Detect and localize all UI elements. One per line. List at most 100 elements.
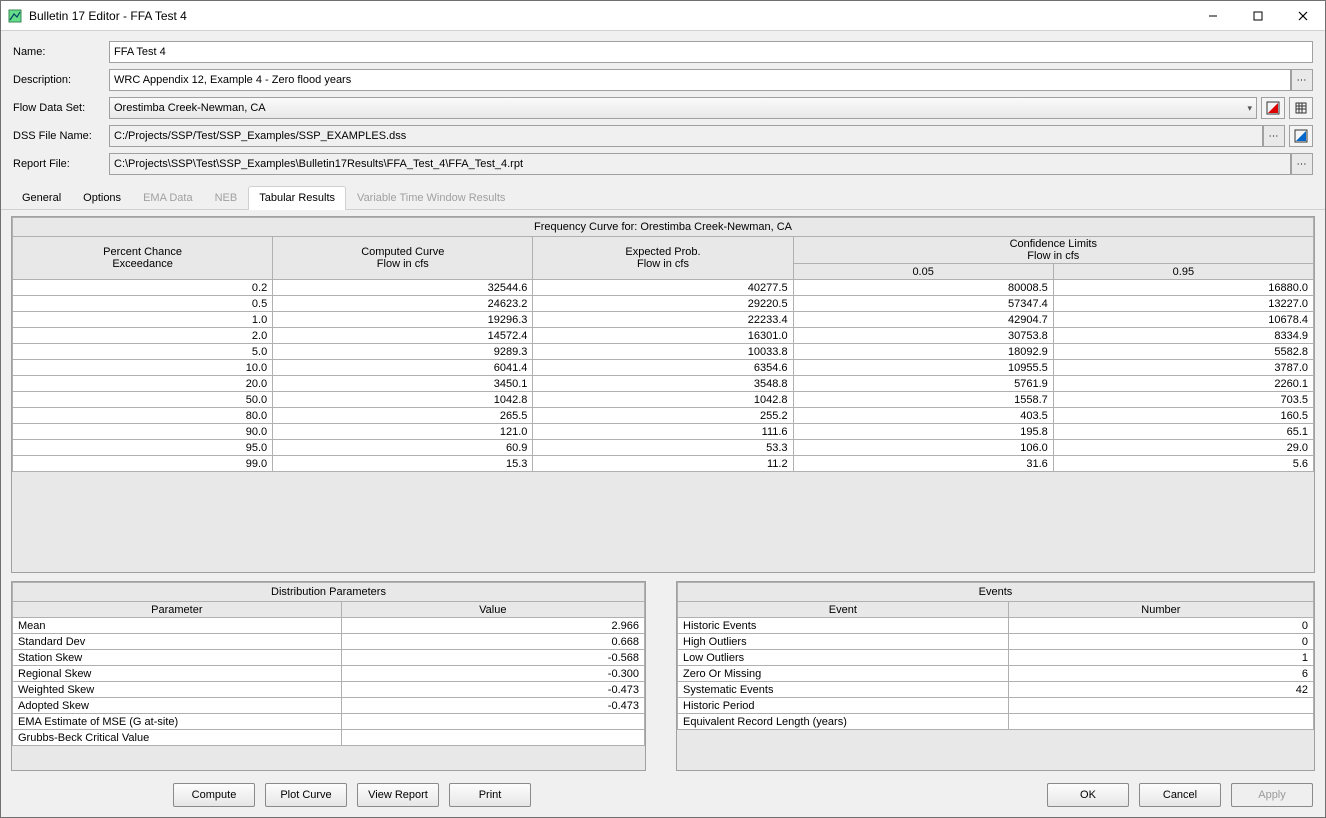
- table-row[interactable]: 20.03450.13548.85761.92260.1: [13, 376, 1314, 392]
- cancel-button[interactable]: Cancel: [1139, 783, 1221, 807]
- table-cell: 0: [1008, 634, 1313, 650]
- table-cell: 95.0: [13, 440, 273, 456]
- dssfile-browse-button[interactable]: ⋯: [1263, 125, 1285, 147]
- table-row[interactable]: Equivalent Record Length (years): [678, 714, 1314, 730]
- table-row[interactable]: 50.01042.81042.81558.7703.5: [13, 392, 1314, 408]
- table-row[interactable]: 0.524623.229220.557347.413227.0: [13, 296, 1314, 312]
- description-browse-button[interactable]: ⋯: [1291, 69, 1313, 91]
- table-row[interactable]: 10.06041.46354.610955.53787.0: [13, 360, 1314, 376]
- table-cell: 90.0: [13, 424, 273, 440]
- table-row[interactable]: Zero Or Missing6: [678, 666, 1314, 682]
- reportfile-browse-button[interactable]: ⋯: [1291, 153, 1313, 175]
- table-cell: 22233.4: [533, 312, 793, 328]
- table-cell: 53.3: [533, 440, 793, 456]
- table-row[interactable]: Low Outliers1: [678, 650, 1314, 666]
- table-row[interactable]: Systematic Events42: [678, 682, 1314, 698]
- flowdataset-value: Orestimba Creek-Newman, CA: [114, 102, 266, 114]
- table-row[interactable]: Historic Events0: [678, 618, 1314, 634]
- table-cell: 5761.9: [793, 376, 1053, 392]
- reportfile-input[interactable]: [109, 153, 1291, 175]
- table-cell: 8334.9: [1053, 328, 1313, 344]
- distribution-panel: Distribution Parameters Parameter Value …: [11, 581, 646, 771]
- table-cell: 1.0: [13, 312, 273, 328]
- table-row[interactable]: EMA Estimate of MSE (G at-site): [13, 714, 645, 730]
- table-row[interactable]: Grubbs-Beck Critical Value: [13, 730, 645, 746]
- titlebar: Bulletin 17 Editor - FFA Test 4: [1, 1, 1325, 31]
- dss-plot-icon-button[interactable]: [1289, 125, 1313, 147]
- dssfile-input[interactable]: [109, 125, 1263, 147]
- table-cell: 60.9: [273, 440, 533, 456]
- table-cell: 20.0: [13, 376, 273, 392]
- dist-col-parameter: Parameter: [13, 602, 342, 618]
- table-cell: Regional Skew: [13, 666, 342, 682]
- table-cell: 121.0: [273, 424, 533, 440]
- table-cell: 30753.8: [793, 328, 1053, 344]
- table-row[interactable]: Weighted Skew-0.473: [13, 682, 645, 698]
- distribution-caption: Distribution Parameters: [12, 582, 645, 601]
- frequency-table[interactable]: Percent ChanceExceedance Computed CurveF…: [12, 236, 1314, 472]
- table-row[interactable]: 90.0121.0111.6195.865.1: [13, 424, 1314, 440]
- table-cell: 16301.0: [533, 328, 793, 344]
- table-cell: 0: [1008, 618, 1313, 634]
- ok-button[interactable]: OK: [1047, 783, 1129, 807]
- events-col-event: Event: [678, 602, 1009, 618]
- table-row[interactable]: Standard Dev0.668: [13, 634, 645, 650]
- table-cell: -0.300: [341, 666, 644, 682]
- header-c095: 0.95: [1053, 264, 1313, 280]
- table-cell: -0.473: [341, 698, 644, 714]
- table-row[interactable]: Station Skew-0.568: [13, 650, 645, 666]
- table-cell: Systematic Events: [678, 682, 1009, 698]
- table-row[interactable]: 1.019296.322233.442904.710678.4: [13, 312, 1314, 328]
- table-cell: 1042.8: [533, 392, 793, 408]
- tab-options[interactable]: Options: [72, 186, 132, 210]
- button-bar: Compute Plot Curve View Report Print OK …: [1, 775, 1325, 817]
- plot-icon-button[interactable]: [1261, 97, 1285, 119]
- plot-curve-button[interactable]: Plot Curve: [265, 783, 347, 807]
- table-cell: 6041.4: [273, 360, 533, 376]
- table-row[interactable]: Historic Period: [678, 698, 1314, 714]
- table-row[interactable]: 2.014572.416301.030753.88334.9: [13, 328, 1314, 344]
- table-cell: 29.0: [1053, 440, 1313, 456]
- table-cell: [1008, 714, 1313, 730]
- table-cell: Historic Events: [678, 618, 1009, 634]
- flowdataset-label: Flow Data Set:: [13, 102, 109, 114]
- apply-button: Apply: [1231, 783, 1313, 807]
- minimize-button[interactable]: [1190, 1, 1235, 31]
- table-cell: 57347.4: [793, 296, 1053, 312]
- tab-tabular-results[interactable]: Tabular Results: [248, 186, 346, 210]
- table-cell: High Outliers: [678, 634, 1009, 650]
- table-row[interactable]: Regional Skew-0.300: [13, 666, 645, 682]
- table-cell: 24623.2: [273, 296, 533, 312]
- dist-col-value: Value: [341, 602, 644, 618]
- table-row[interactable]: 80.0265.5255.2403.5160.5: [13, 408, 1314, 424]
- name-input[interactable]: [109, 41, 1313, 63]
- close-button[interactable]: [1280, 1, 1325, 31]
- maximize-button[interactable]: [1235, 1, 1280, 31]
- table-row[interactable]: Mean2.966: [13, 618, 645, 634]
- header-expected: Expected Prob.Flow in cfs: [533, 237, 793, 280]
- table-cell: [341, 714, 644, 730]
- table-row[interactable]: High Outliers0: [678, 634, 1314, 650]
- table-row[interactable]: 0.232544.640277.580008.516880.0: [13, 280, 1314, 296]
- table-cell: Grubbs-Beck Critical Value: [13, 730, 342, 746]
- table-row[interactable]: 99.015.311.231.65.6: [13, 456, 1314, 472]
- table-icon-button[interactable]: [1289, 97, 1313, 119]
- compute-button[interactable]: Compute: [173, 783, 255, 807]
- view-report-button[interactable]: View Report: [357, 783, 439, 807]
- flowdataset-select[interactable]: Orestimba Creek-Newman, CA ▾: [109, 97, 1257, 119]
- table-cell: Standard Dev: [13, 634, 342, 650]
- table-row[interactable]: 95.060.953.3106.029.0: [13, 440, 1314, 456]
- table-cell: EMA Estimate of MSE (G at-site): [13, 714, 342, 730]
- distribution-table[interactable]: Parameter Value Mean2.966Standard Dev0.6…: [12, 601, 645, 746]
- table-row[interactable]: 5.09289.310033.818092.95582.8: [13, 344, 1314, 360]
- events-table[interactable]: Event Number Historic Events0High Outlie…: [677, 601, 1314, 730]
- table-row[interactable]: Adopted Skew-0.473: [13, 698, 645, 714]
- table-cell: 42904.7: [793, 312, 1053, 328]
- table-cell: 255.2: [533, 408, 793, 424]
- frequency-curve-panel: Frequency Curve for: Orestimba Creek-New…: [11, 216, 1315, 573]
- print-button[interactable]: Print: [449, 783, 531, 807]
- table-cell: 703.5: [1053, 392, 1313, 408]
- table-cell: 65.1: [1053, 424, 1313, 440]
- tab-general[interactable]: General: [11, 186, 72, 210]
- description-input[interactable]: [109, 69, 1291, 91]
